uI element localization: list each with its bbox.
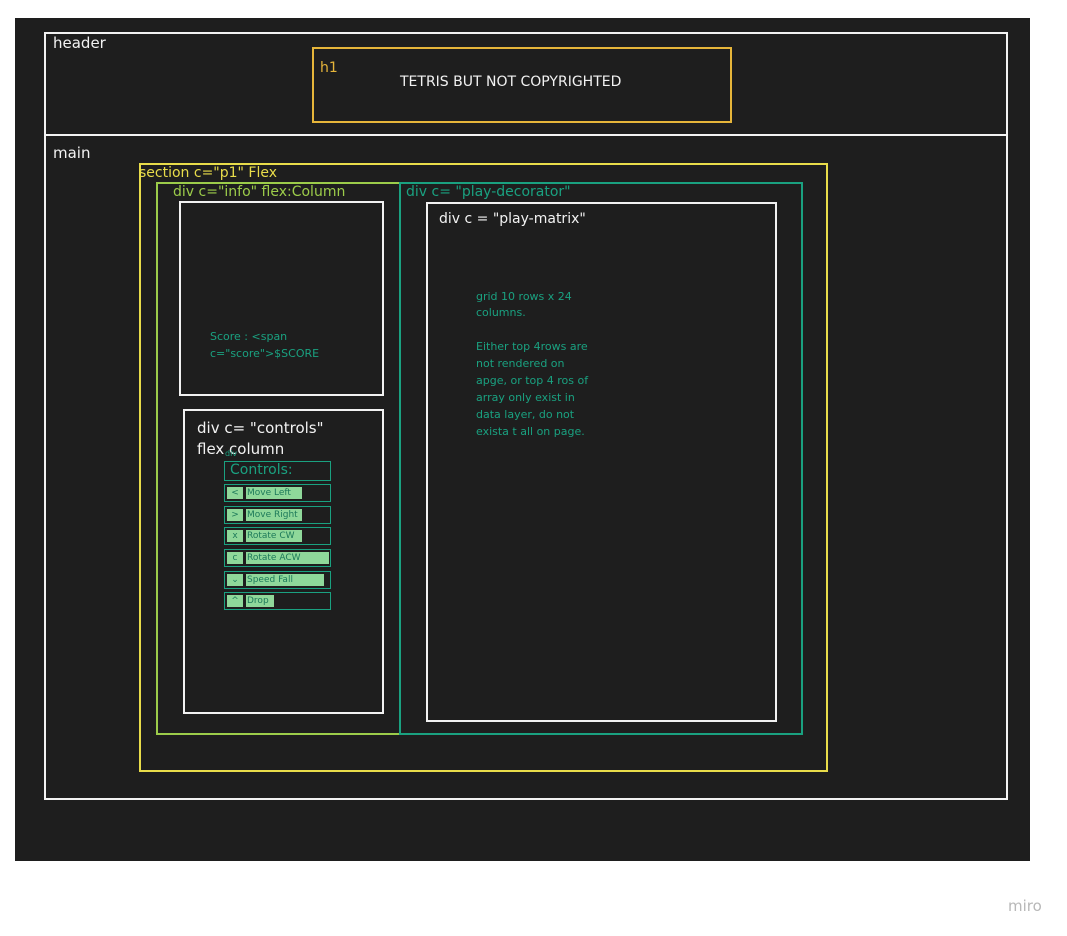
play-matrix-note-line2: columns. xyxy=(476,306,526,319)
score-text-line2: c="score">$SCORE xyxy=(210,347,320,360)
play-matrix-box xyxy=(426,202,777,722)
key-down-icon: ⌄ xyxy=(227,574,243,586)
main-label: main xyxy=(53,144,91,162)
key-x-icon: x xyxy=(227,530,243,542)
play-matrix-label: div c = "play-matrix" xyxy=(439,211,586,227)
control-row-rotate-cw: x Rotate CW xyxy=(224,527,331,545)
play-decorator-label: div c= "play-decorator" xyxy=(406,184,571,200)
control-row-speed-fall: ⌄ Speed Fall xyxy=(224,571,331,589)
score-text-line1: Score : <span xyxy=(210,330,288,343)
key-up-icon: ^ xyxy=(227,595,243,607)
play-matrix-note-line1: grid 10 rows x 24 xyxy=(476,290,572,303)
control-action-label: Speed Fall xyxy=(246,574,324,586)
miro-watermark: miro xyxy=(1008,897,1042,915)
controls-label-line1: div c= "controls" xyxy=(197,419,324,437)
score-box xyxy=(179,201,384,396)
control-action-label: Drop xyxy=(246,595,274,607)
page-title: TETRIS BUT NOT COPYRIGHTED xyxy=(400,74,622,90)
controls-heading: Controls: xyxy=(230,462,293,478)
info-label: div c="info" flex:Column xyxy=(173,184,346,200)
controls-label-line2: flex column xyxy=(197,440,285,458)
control-action-label: Move Left xyxy=(246,487,302,499)
key-left-icon: < xyxy=(227,487,243,499)
control-action-label: Rotate ACW xyxy=(246,552,329,564)
control-row-rotate-acw: c Rotate ACW xyxy=(224,549,331,567)
play-matrix-note-para: Either top 4rows are not rendered on apg… xyxy=(476,340,589,438)
section-p1-label: section c="p1" Flex xyxy=(139,165,278,181)
key-right-icon: > xyxy=(227,509,243,521)
control-row-drop: ^ Drop xyxy=(224,592,331,610)
control-row-move-left: < Move Left xyxy=(224,484,331,502)
header-label: header xyxy=(53,34,106,52)
key-c-icon: c xyxy=(227,552,243,564)
control-row-move-right: > Move Right xyxy=(224,506,331,524)
control-action-label: Rotate CW xyxy=(246,530,302,542)
controls-div-tag: div xyxy=(225,449,238,458)
h1-label: h1 xyxy=(320,60,338,76)
control-action-label: Move Right xyxy=(246,509,302,521)
